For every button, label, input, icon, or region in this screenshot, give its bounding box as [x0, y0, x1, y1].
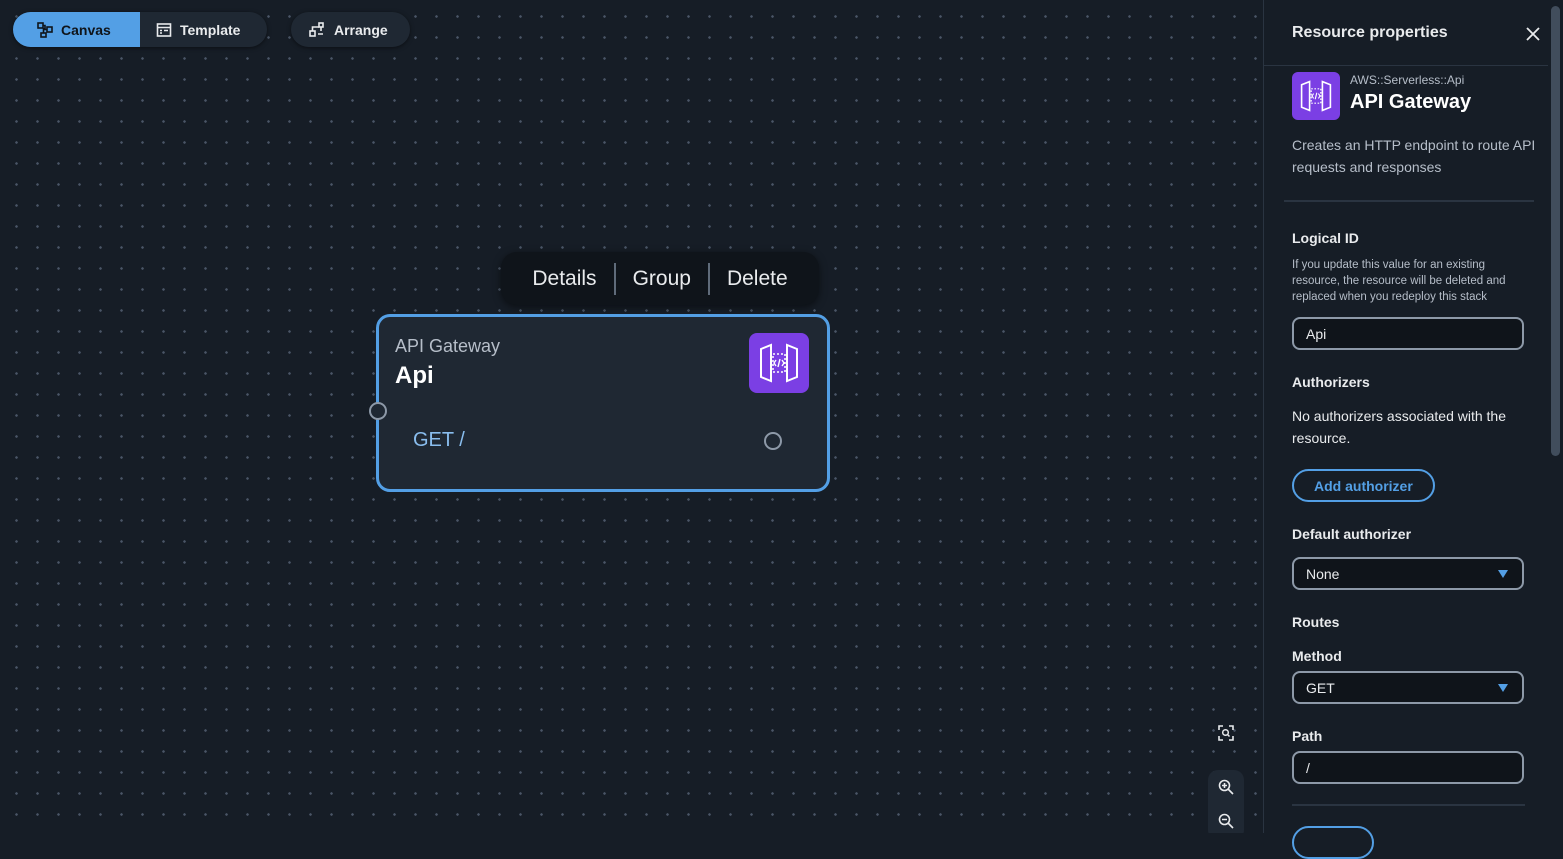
default-authorizer-value: None	[1306, 565, 1340, 582]
details-menu-item[interactable]: Details	[515, 267, 613, 291]
close-icon[interactable]	[1523, 24, 1543, 44]
group-menu-item[interactable]: Group	[616, 267, 708, 291]
zoom-out-button[interactable]	[1209, 806, 1243, 833]
path-label: Path	[1292, 728, 1323, 744]
method-label: Method	[1292, 648, 1342, 664]
zoom-in-icon	[1218, 779, 1234, 795]
node-context-menu: Details Group Delete	[501, 252, 819, 305]
method-value: GET	[1306, 679, 1335, 696]
fit-view-button[interactable]	[1209, 718, 1243, 748]
path-input[interactable]	[1292, 751, 1524, 784]
section-divider	[1284, 200, 1534, 202]
add-authorizer-button[interactable]: Add authorizer	[1292, 469, 1435, 502]
authorizers-empty-text: No authorizers associated with the resou…	[1292, 408, 1506, 446]
template-tab-label: Template	[180, 21, 241, 38]
canvas-area[interactable]: Canvas Template Arrange Details Group De…	[0, 0, 1263, 833]
resource-properties-panel: Resource properties AWS::Serverless::Api…	[1263, 0, 1549, 859]
logical-id-input[interactable]	[1292, 317, 1524, 350]
route-label: GET /	[413, 429, 465, 451]
api-gateway-icon	[749, 333, 809, 393]
authorizers-label: Authorizers	[1292, 374, 1370, 390]
route-output-port[interactable]	[764, 432, 782, 450]
panel-title: Resource properties	[1292, 24, 1448, 41]
arrange-label: Arrange	[334, 21, 388, 38]
default-authorizer-select[interactable]: None	[1292, 557, 1524, 590]
caret-down-icon	[1498, 684, 1508, 692]
canvas-icon	[37, 21, 53, 38]
input-port[interactable]	[369, 402, 387, 420]
view-toggle: Canvas Template	[13, 12, 267, 47]
zoom-in-button[interactable]	[1209, 772, 1243, 802]
resource-name: API Gateway	[1350, 91, 1472, 113]
canvas-tab-label: Canvas	[61, 21, 111, 38]
panel-scrollbar-thumb[interactable]	[1551, 6, 1560, 456]
template-icon	[156, 22, 172, 37]
template-tab[interactable]: Template	[140, 12, 267, 47]
panel-header: Resource properties	[1264, 0, 1549, 66]
node-name: Api	[395, 362, 434, 389]
canvas-tab[interactable]: Canvas	[13, 12, 140, 47]
logical-id-label: Logical ID	[1292, 230, 1359, 246]
method-select[interactable]: GET	[1292, 671, 1524, 704]
caret-down-icon	[1498, 570, 1508, 578]
arrange-icon	[309, 21, 324, 37]
routes-label: Routes	[1292, 614, 1340, 630]
api-gateway-node[interactable]: API Gateway Api GET /	[369, 314, 830, 492]
zoom-out-icon	[1218, 813, 1234, 829]
section-divider	[1292, 804, 1525, 806]
default-authorizer-label: Default authorizer	[1292, 526, 1412, 542]
arrange-button[interactable]: Arrange	[291, 12, 410, 47]
delete-menu-item[interactable]: Delete	[710, 267, 805, 291]
resource-api-gateway-icon	[1292, 72, 1340, 120]
node-type-label: API Gateway	[395, 336, 501, 356]
partial-button[interactable]	[1292, 826, 1374, 859]
resource-description: Creates an HTTP endpoint to route API re…	[1292, 137, 1536, 175]
logical-id-hint: If you update this value for an existing…	[1292, 259, 1506, 303]
resource-kind: AWS::Serverless::Api	[1350, 73, 1465, 87]
fit-view-icon	[1218, 725, 1234, 741]
